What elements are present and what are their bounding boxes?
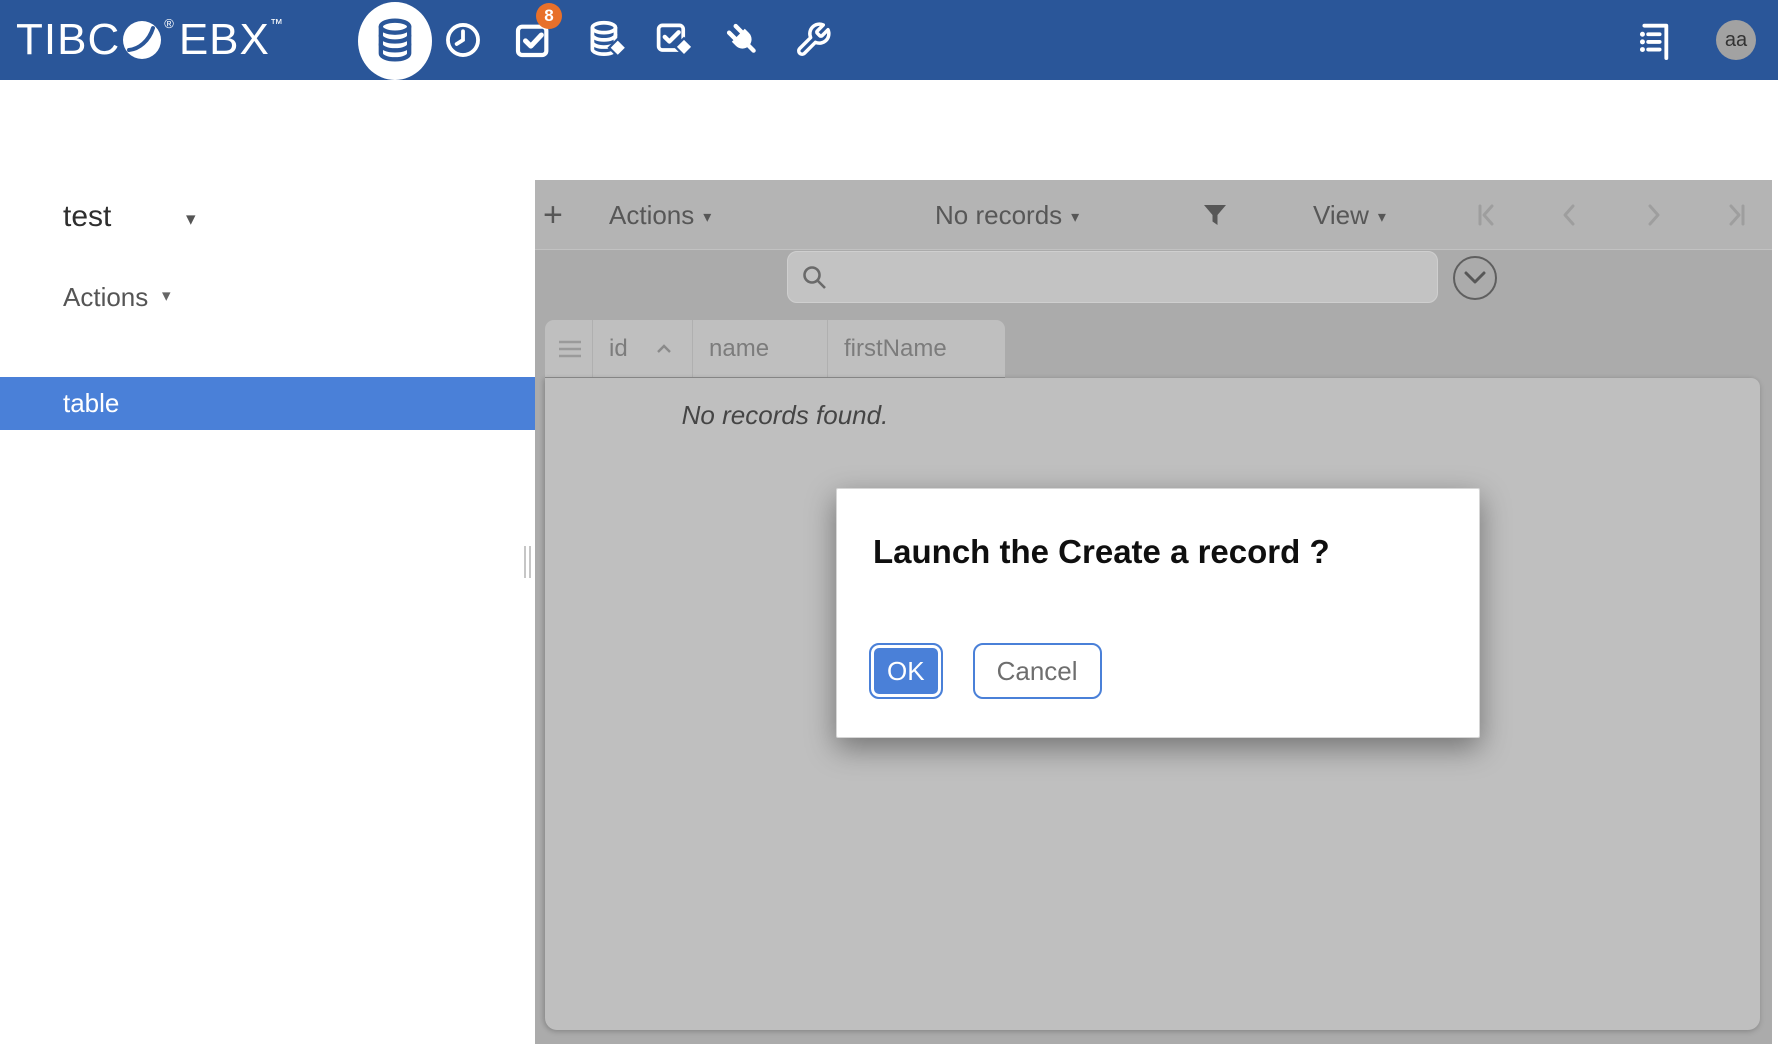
logo-text-ebx: EBX [179,0,270,80]
tibco-ebx-logo: TIBC ® EBX ™ [16,0,283,80]
sidebar-item-table[interactable]: table [0,377,537,430]
dialog-title: Launch the Create a record ? [873,533,1330,571]
actions-caret-icon: ▾ [703,203,711,227]
search-icon [802,265,828,291]
last-page-icon[interactable] [1724,203,1748,227]
records-caret-icon: ▾ [1071,203,1079,227]
records-count-menu[interactable]: No records ▾ [935,180,1079,250]
view-caret-icon: ▾ [1378,203,1386,227]
view-menu[interactable]: View ▾ [1313,180,1386,250]
integration-plug-icon[interactable] [721,18,765,62]
search-expand-button[interactable] [1453,256,1497,300]
top-bar: TIBC ® EBX ™ [0,0,1778,80]
sidebar-actions-caret-icon[interactable]: ▾ [162,286,171,306]
dataset-selector[interactable]: test [63,200,111,234]
administration-wrench-icon[interactable] [791,18,835,62]
tibco-swoosh-icon [121,19,163,61]
sidebar-item-label: table [63,377,119,430]
perspectives-menu-icon[interactable] [1630,18,1674,62]
dataset-caret-icon[interactable]: ▾ [186,208,196,231]
search-input[interactable] [834,252,1429,302]
table-toolbar: + Actions ▾ No records ▾ View ▾ [535,180,1778,250]
data-models-icon[interactable] [373,18,417,62]
app-root: TIBC ® EBX ™ [0,0,1778,1044]
first-page-icon[interactable] [1475,203,1499,227]
sidebar: test ▾ Actions ▾ table [0,180,535,1044]
ok-button[interactable]: OK [869,643,943,699]
cancel-button[interactable]: Cancel [973,643,1102,699]
registered-mark: ® [164,16,174,31]
logo-text-tibc: TIBC [16,0,120,80]
hamburger-icon [558,339,582,359]
tasks-badge: 8 [536,3,562,29]
confirmation-dialog: Launch the Create a record ? OK Cancel [836,488,1480,738]
toolbar-actions-menu[interactable]: Actions ▾ [609,180,711,250]
dialog-buttons: OK Cancel [869,643,1102,699]
search-field [787,251,1438,303]
column-header-name[interactable]: name [693,320,828,377]
user-avatar[interactable]: aa [1716,20,1756,60]
page-header: Master Data - Reference ▾ table ? [0,80,1778,180]
sidebar-actions-menu[interactable]: Actions [63,282,148,313]
trademark-mark: ™ [270,16,283,31]
column-menu-handle[interactable] [545,320,593,377]
next-page-icon[interactable] [1641,203,1665,227]
sort-ascending-icon[interactable] [656,344,672,354]
chevron-down-icon [1464,271,1486,285]
dataspaces-edit-icon[interactable] [585,18,629,62]
validation-edit-icon[interactable] [652,18,696,62]
create-record-button[interactable]: + [543,180,563,250]
sidebar-resize-handle[interactable] [524,546,533,578]
previous-page-icon[interactable] [1558,203,1582,227]
scrollbar-track[interactable] [1772,180,1778,1044]
column-header-firstName[interactable]: firstName [828,320,1005,377]
column-header-id[interactable]: id [593,320,693,377]
history-clock-icon[interactable] [441,18,485,62]
table-header-row: id name firstName [545,320,1005,378]
filter-icon[interactable] [1203,204,1227,226]
empty-table-message: No records found. [545,400,1025,431]
